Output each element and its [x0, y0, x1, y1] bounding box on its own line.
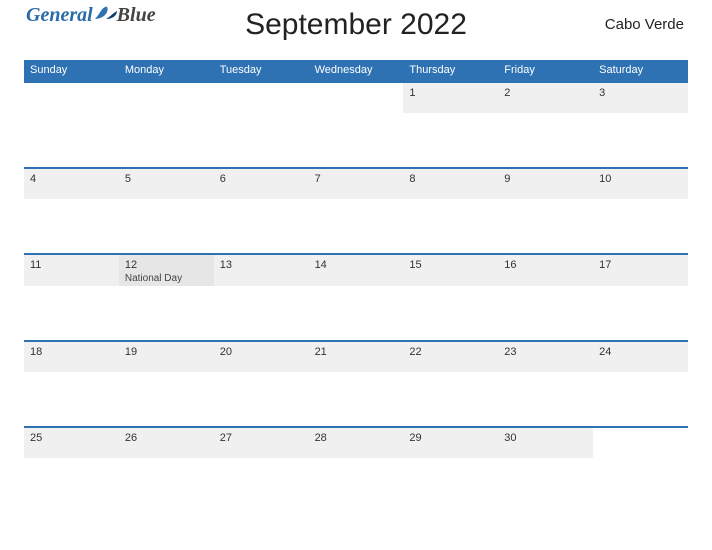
day-cell: 27 [214, 428, 309, 458]
dow-mon: Monday [119, 60, 214, 81]
day-cell: 6 [214, 169, 309, 199]
day-cell: 10 [593, 169, 688, 199]
day-cell: 11 [24, 255, 119, 286]
day-number: 18 [30, 346, 113, 358]
day-cell [119, 83, 214, 113]
day-number: 12 [125, 259, 208, 271]
day-cell: 16 [498, 255, 593, 286]
week-lead: 25 26 27 28 29 30 [24, 428, 688, 458]
header: General Blue September 2022 Cabo Verde [0, 0, 712, 56]
day-number: 1 [409, 87, 492, 99]
day-cell: 20 [214, 342, 309, 372]
day-number: 10 [599, 173, 682, 185]
week-lead: 18 19 20 21 22 23 24 [24, 342, 688, 372]
day-number: 22 [409, 346, 492, 358]
day-number: 3 [599, 87, 682, 99]
dow-sun: Sunday [24, 60, 119, 81]
day-number: 20 [220, 346, 303, 358]
day-cell: 18 [24, 342, 119, 372]
day-number: 16 [504, 259, 587, 271]
day-cell: 25 [24, 428, 119, 458]
week-row: 123 [24, 81, 688, 167]
day-number: 19 [125, 346, 208, 358]
day-cell: 9 [498, 169, 593, 199]
day-cell [309, 83, 404, 113]
day-cell: 28 [309, 428, 404, 458]
day-number: 9 [504, 173, 587, 185]
day-number: 11 [30, 259, 113, 271]
day-number: 13 [220, 259, 303, 271]
week-body [24, 286, 688, 340]
day-number: 29 [409, 432, 492, 444]
day-number: 15 [409, 259, 492, 271]
day-cell: 29 [403, 428, 498, 458]
week-row: 18 19 20 21 22 23 24 [24, 340, 688, 426]
day-cell: 5 [119, 169, 214, 199]
day-cell [24, 83, 119, 113]
day-number: 27 [220, 432, 303, 444]
day-number: 24 [599, 346, 682, 358]
dow-header: Sunday Monday Tuesday Wednesday Thursday… [24, 60, 688, 81]
region-label: Cabo Verde [605, 16, 684, 33]
day-cell: 3 [593, 83, 688, 113]
day-cell: 8 [403, 169, 498, 199]
day-cell: 13 [214, 255, 309, 286]
day-cell [214, 83, 309, 113]
week-lead: 456789 10 [24, 169, 688, 199]
dow-fri: Friday [498, 60, 593, 81]
day-cell: 4 [24, 169, 119, 199]
day-number: 6 [220, 173, 303, 185]
day-cell: 30 [498, 428, 593, 458]
day-number: 26 [125, 432, 208, 444]
day-cell: 15 [403, 255, 498, 286]
day-cell: 23 [498, 342, 593, 372]
week-lead: 123 [24, 83, 688, 113]
weeks: 123456789101112National Day1314151617181… [24, 81, 688, 512]
day-number: 4 [30, 173, 113, 185]
day-cell: 24 [593, 342, 688, 372]
calendar: Sunday Monday Tuesday Wednesday Thursday… [24, 60, 688, 512]
dow-wed: Wednesday [309, 60, 404, 81]
day-cell: 2 [498, 83, 593, 113]
week-body [24, 199, 688, 253]
day-number: 28 [315, 432, 398, 444]
day-number: 17 [599, 259, 682, 271]
week-lead: 11 12 National Day 13 14 15 16 17 [24, 255, 688, 286]
dow-tue: Tuesday [214, 60, 309, 81]
week-row: 11 12 National Day 13 14 15 16 17 [24, 253, 688, 340]
dow-thu: Thursday [403, 60, 498, 81]
day-cell: 21 [309, 342, 404, 372]
day-cell: 12 National Day [119, 255, 214, 286]
week-body [24, 458, 688, 512]
day-number: 21 [315, 346, 398, 358]
day-number: 25 [30, 432, 113, 444]
day-cell: 14 [309, 255, 404, 286]
day-number: 23 [504, 346, 587, 358]
day-number: 7 [315, 173, 398, 185]
day-number: 30 [504, 432, 587, 444]
day-cell: 17 [593, 255, 688, 286]
day-cell: 19 [119, 342, 214, 372]
day-cell: 7 [309, 169, 404, 199]
day-number: 8 [409, 173, 492, 185]
week-body [24, 372, 688, 426]
day-cell [593, 428, 688, 458]
day-cell: 26 [119, 428, 214, 458]
dow-sat: Saturday [593, 60, 688, 81]
week-body [24, 113, 688, 167]
day-cell: 1 [403, 83, 498, 113]
holiday-label: National Day [125, 273, 208, 284]
day-number: 14 [315, 259, 398, 271]
week-row: 456789 10 [24, 167, 688, 253]
day-number: 2 [504, 87, 587, 99]
day-cell: 22 [403, 342, 498, 372]
week-row: 25 26 27 28 29 30 [24, 426, 688, 512]
day-number: 5 [125, 173, 208, 185]
